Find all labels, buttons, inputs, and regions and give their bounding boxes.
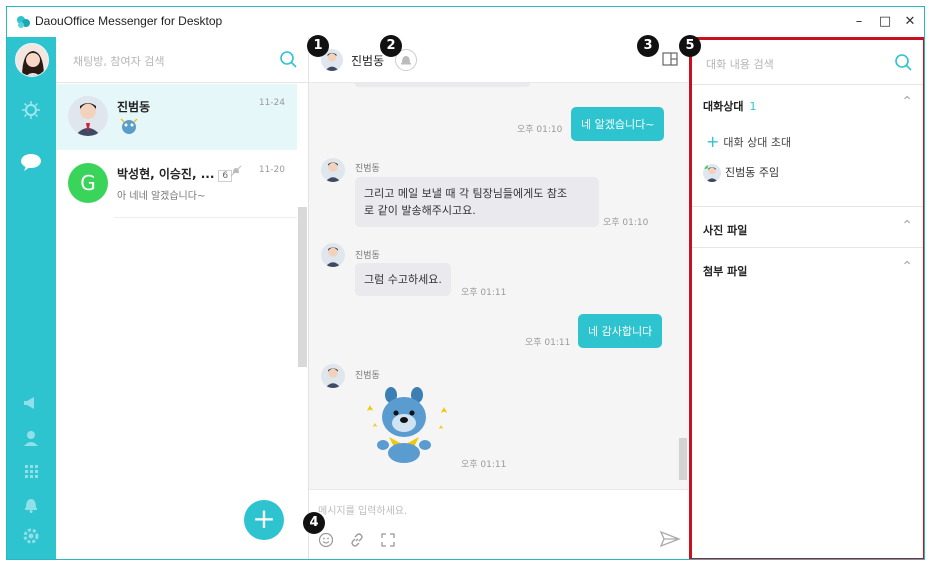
app-window: DaouOffice Messenger for Desktop – □ ✕ 채… [6, 6, 925, 560]
minimize-button[interactable]: – [849, 12, 869, 32]
collapse-chevron-icon[interactable]: ⌃ [901, 94, 913, 110]
bear-sticker-icon [367, 387, 447, 463]
sender-avatar [321, 243, 345, 267]
participant-name: 진범동 주임 [725, 166, 780, 179]
mute-bell-icon [230, 165, 242, 177]
contact-avatar [68, 96, 108, 136]
maximize-button[interactable]: □ [875, 12, 895, 32]
man-avatar-icon [321, 243, 345, 267]
person-icon[interactable] [20, 427, 42, 449]
group-avatar-letter: G [80, 171, 96, 195]
my-message-bubble: 네 알겠습니다~ [571, 107, 665, 141]
message-time: 오후 01:11 [525, 338, 571, 348]
divider [692, 247, 923, 248]
attachments-section-title[interactable]: 첨부 파일 [703, 263, 747, 279]
link-icon[interactable] [349, 532, 365, 548]
message-input[interactable]: 메시지를 입력하세요. [318, 502, 407, 517]
conversation-search-input[interactable]: 대화 내용 검색 [706, 56, 774, 72]
chat-partner-name: 진범동 [351, 54, 385, 68]
chat-panel: 진범동 오후 01:10 네 알겠습니다~ 진범동 그리고 메일 보낼 때 각 … [309, 37, 688, 559]
message-time: 오후 01:11 [461, 460, 507, 470]
room-search-input[interactable]: 채팅방, 참여자 검색 [73, 53, 164, 69]
participant-item[interactable]: 진범동 주임 [703, 164, 779, 182]
window-title: DaouOffice Messenger for Desktop [35, 14, 223, 28]
room-time: 11-20 [258, 165, 285, 175]
app-logo-icon [17, 16, 30, 28]
message-text-line: 로 같이 발송해주시고요. [364, 204, 476, 217]
callout-marker: 5 [679, 35, 701, 57]
apps-grid-icon[interactable] [20, 460, 42, 482]
other-message-bubble: 그럼 수고하세요. [355, 263, 451, 296]
chat-info-panel: 대화 내용 검색 대화상대 1 ⌃ + 대화 상대 초대 진범동 주임 사진 파일 … [689, 37, 924, 559]
room-time: 11-24 [258, 98, 285, 108]
gear-icon[interactable] [20, 525, 42, 547]
callout-marker: 3 [637, 35, 659, 57]
search-icon[interactable] [278, 49, 298, 69]
participants-title-text: 대화상대 [703, 100, 744, 113]
man-avatar-icon [321, 364, 345, 388]
photo-files-section-title[interactable]: 사진 파일 [703, 222, 747, 238]
my-message-bubble: 네 감사합니다 [578, 314, 663, 348]
chat-bubble-icon[interactable] [20, 151, 42, 173]
room-name: 진범동 [117, 100, 151, 114]
side-panel-toggle-icon[interactable] [662, 52, 678, 66]
nav-sidebar [7, 37, 56, 559]
group-avatar: G [68, 163, 108, 203]
search-icon[interactable] [893, 52, 913, 72]
room-item[interactable]: G 박성현, 이승진, ... 6 11-20 아 네네 알겠습니다~ [56, 151, 297, 217]
sender-name: 진범동 [355, 164, 380, 174]
room-name-text: 박성현, 이승진, ... [117, 167, 215, 181]
room-name: 박성현, 이승진, ... 6 [117, 165, 233, 182]
room-item[interactable]: 진범동 11-24 [56, 84, 297, 150]
participant-avatar [703, 164, 721, 182]
sticker-thumbnail-icon [120, 118, 138, 134]
chat-header: 진범동 [309, 37, 688, 83]
divider [114, 217, 297, 218]
message-text-line: 그리고 메일 보낼 때 각 팀장님들에게도 참조 [364, 187, 568, 200]
message-scrollbar[interactable] [679, 438, 687, 480]
woman-avatar-icon [16, 44, 48, 76]
clock-sun-icon[interactable] [20, 99, 42, 121]
sender-avatar [321, 364, 345, 388]
send-icon[interactable] [659, 530, 681, 548]
room-search-bar[interactable]: 채팅방, 참여자 검색 [56, 37, 308, 83]
message-time: 오후 01:10 [603, 218, 649, 228]
conversation-search-bar[interactable]: 대화 내용 검색 [692, 40, 923, 85]
message-time: 오후 01:11 [461, 288, 507, 298]
invite-label: 대화 상대 초대 [723, 136, 792, 149]
sender-name: 진범동 [355, 371, 380, 381]
man-avatar-icon [321, 158, 345, 182]
participants-count: 1 [749, 100, 757, 113]
callout-marker: 1 [307, 35, 329, 57]
message-time: 오후 01:10 [517, 125, 563, 135]
my-avatar[interactable] [15, 43, 49, 77]
divider [692, 206, 923, 207]
other-message-bubble: 그리고 메일 보낼 때 각 팀장님들에게도 참조 로 같이 발송해주시고요. [355, 177, 599, 227]
participants-section-title[interactable]: 대화상대 1 [703, 98, 756, 114]
collapse-chevron-icon[interactable]: ⌃ [901, 218, 913, 234]
invite-participant-button[interactable]: + 대화 상대 초대 [706, 132, 791, 151]
sender-name: 진범동 [355, 251, 380, 261]
collapse-chevron-icon[interactable]: ⌃ [901, 259, 913, 275]
room-list-panel: 채팅방, 참여자 검색 진범동 11-24 G 박성현, 이승진, ...6 [56, 37, 309, 559]
close-button[interactable]: ✕ [900, 12, 920, 32]
man-avatar-icon [703, 164, 721, 182]
emoji-icon[interactable] [318, 532, 334, 548]
new-chat-button[interactable]: + [244, 500, 284, 540]
megaphone-icon[interactable] [20, 392, 42, 414]
room-preview: 아 네네 알겠습니다~ [117, 191, 206, 202]
man-avatar-icon [68, 96, 108, 136]
callout-marker: 4 [303, 512, 325, 534]
previous-message-fragment [355, 83, 530, 87]
message-list: 오후 01:10 네 알겠습니다~ 진범동 그리고 메일 보낼 때 각 팀장님들… [309, 83, 688, 489]
screen-capture-icon[interactable] [380, 532, 396, 548]
titlebar: DaouOffice Messenger for Desktop – □ ✕ [7, 7, 924, 37]
callout-marker: 2 [380, 35, 402, 57]
plus-icon: + [706, 132, 720, 151]
room-list-scrollbar[interactable] [298, 207, 307, 367]
bell-icon[interactable] [20, 493, 42, 515]
sender-avatar [321, 158, 345, 182]
composer: 메시지를 입력하세요. [309, 489, 688, 559]
